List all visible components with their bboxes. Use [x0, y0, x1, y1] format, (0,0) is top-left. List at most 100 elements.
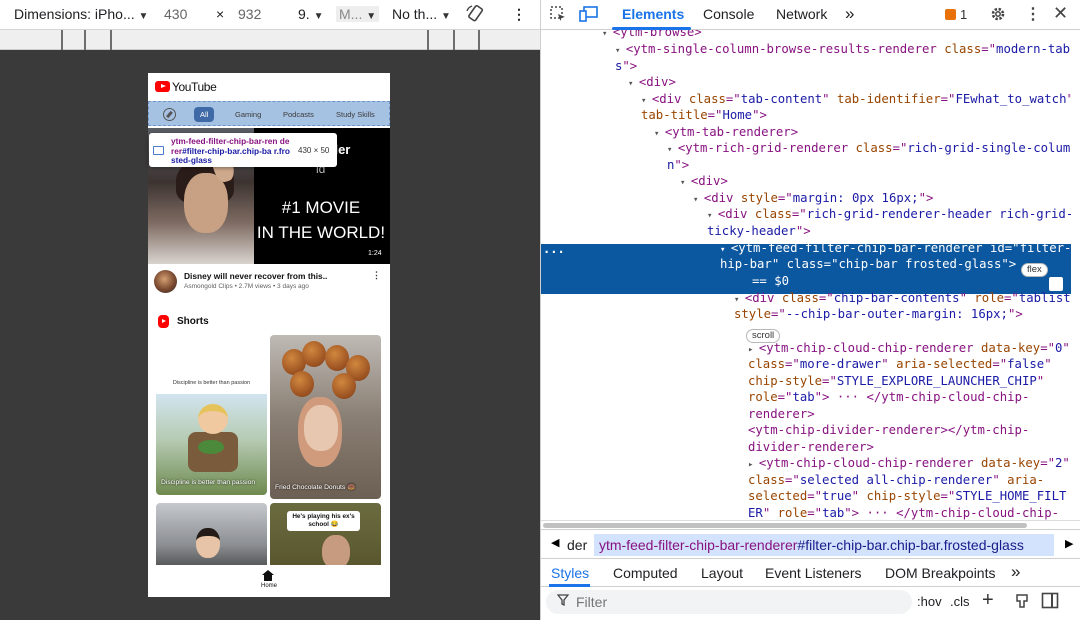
- dom-node-line[interactable]: ▾ <div style="margin: 0px 16px;">: [693, 190, 933, 207]
- dom-node-line[interactable]: ▸ <ytm-chip-cloud-chip-renderer data-key…: [748, 455, 1070, 472]
- short-card[interactable]: He's playing his ex's school 😂: [270, 503, 381, 573]
- tab-layout[interactable]: Layout: [701, 565, 743, 581]
- dom-node-line[interactable]: ▾ <ytm-tab-renderer>: [654, 124, 798, 141]
- tab-elements[interactable]: Elements: [622, 6, 684, 22]
- dom-node-line[interactable]: chip-style="STYLE_EXPLORE_LAUNCHER_CHIP": [748, 373, 1044, 390]
- youtube-logo-icon[interactable]: [155, 81, 170, 92]
- dimensions-dropdown[interactable]: Dimensions: iPho... ▼: [14, 6, 148, 22]
- expand-toggle-icon[interactable]: ▾: [707, 211, 718, 221]
- chip-gaming[interactable]: Gaming: [229, 107, 267, 122]
- dom-node-line[interactable]: ▾ <div class="tab-content" tab-identifie…: [641, 91, 1071, 108]
- dom-node-line[interactable]: == $0: [752, 273, 789, 290]
- dom-node-line[interactable]: ▸ <ytm-chip-cloud-chip-renderer data-key…: [748, 340, 1070, 357]
- device-toggle-icon[interactable]: [579, 5, 599, 28]
- chip-podcasts[interactable]: Podcasts: [277, 107, 320, 122]
- dom-node-line[interactable]: class="more-drawer" aria-selected="false…: [748, 356, 1052, 373]
- zoom-dropdown[interactable]: 9. ▼: [298, 6, 323, 22]
- short-card[interactable]: Discipline is better than passion Discip…: [156, 335, 267, 495]
- toggle-sidebar-icon[interactable]: [1041, 592, 1059, 614]
- more-options-icon[interactable]: ⋮: [1025, 4, 1041, 24]
- breadcrumb-right-icon[interactable]: ▶: [1065, 537, 1073, 550]
- rendering-emulation-icon[interactable]: [1015, 593, 1029, 614]
- settings-gear-icon[interactable]: [989, 5, 1007, 28]
- more-options-icon[interactable]: ⋮: [512, 6, 526, 23]
- dom-node-line[interactable]: class="selected all-chip-renderer" aria-: [748, 472, 1044, 489]
- rotate-icon[interactable]: [465, 4, 485, 27]
- dom-node-line[interactable]: <ytm-chip-divider-renderer></ytm-chip-: [748, 422, 1029, 439]
- breadcrumb-left-icon[interactable]: ◀: [551, 536, 559, 549]
- issues-counter[interactable]: 1: [945, 7, 967, 22]
- dom-node-line[interactable]: s">: [615, 58, 637, 75]
- dom-node-line[interactable]: ▾ <div>: [680, 173, 728, 190]
- youtube-logo-text[interactable]: YouTube: [172, 80, 217, 94]
- expand-toggle-icon[interactable]: ▾: [654, 129, 665, 139]
- tab-console[interactable]: Console: [703, 6, 754, 22]
- tab-styles[interactable]: Styles: [551, 565, 589, 581]
- dom-node-line[interactable]: selected="true" chip-style="STYLE_HOME_F…: [748, 488, 1066, 505]
- expand-toggle-icon[interactable]: ▾: [667, 145, 678, 155]
- dom-node-line[interactable]: ▾ <div class="chip-bar-contents" role="t…: [734, 290, 1071, 307]
- expand-toggle-icon[interactable]: ▾: [641, 96, 652, 106]
- channel-avatar[interactable]: [154, 270, 177, 293]
- expand-toggle-icon[interactable]: ▾: [680, 178, 691, 188]
- dom-node-line[interactable]: ▾ <ytm-browse>: [602, 30, 702, 41]
- short-card[interactable]: Fried Chocolate Donuts 🍩: [270, 335, 381, 499]
- expand-toggle-icon[interactable]: ▾: [615, 46, 626, 56]
- dom-node-line[interactable]: ER" role="tab"> ··· </ytm-chip-cloud-chi…: [748, 505, 1059, 520]
- expand-toggle-icon[interactable]: ▾: [628, 79, 639, 89]
- expand-toggle-icon[interactable]: ▾: [734, 295, 745, 305]
- close-icon[interactable]: ✕: [1053, 3, 1068, 24]
- expand-toggle-icon[interactable]: ▾: [602, 30, 613, 39]
- chip-study-skills[interactable]: Study Skills: [330, 107, 381, 122]
- tab-network[interactable]: Network: [776, 6, 827, 22]
- expand-toggle-icon[interactable]: ▾: [693, 195, 704, 205]
- tab-event-listeners[interactable]: Event Listeners: [765, 565, 862, 581]
- dom-node-line[interactable]: tab-title="Home">: [641, 107, 767, 124]
- dom-node-line[interactable]: ▾ <ytm-single-column-browse-results-rend…: [615, 41, 1070, 58]
- expand-toggle-icon[interactable]: ▸: [748, 460, 759, 470]
- dom-node-line[interactable]: style="--chip-bar-outer-margin: 16px;">: [734, 306, 1023, 323]
- dom-tree[interactable]: ▾ <ytm-browse> ▾ <ytm-single-column-brows…: [541, 30, 1071, 520]
- tab-computed[interactable]: Computed: [613, 565, 678, 581]
- video-title[interactable]: Disney will never recover from this..: [184, 271, 327, 281]
- dom-node-line[interactable]: hip-bar" class="chip-bar frosted-glass">: [720, 256, 1016, 273]
- inspect-element-icon[interactable]: [549, 5, 567, 28]
- new-style-rule-icon[interactable]: +: [982, 589, 994, 612]
- more-subtabs-icon[interactable]: »: [1011, 562, 1020, 582]
- chip-all[interactable]: All: [194, 107, 215, 122]
- dom-horizontal-scrollbar[interactable]: [541, 520, 1080, 529]
- compass-icon[interactable]: [163, 108, 176, 121]
- dom-node-line[interactable]: n">: [667, 157, 689, 174]
- dom-node-line[interactable]: renderer>: [748, 406, 815, 423]
- dom-node-line[interactable]: ▾ <ytm-rich-grid-renderer class="rich-gr…: [667, 140, 1070, 157]
- height-input[interactable]: 932: [238, 6, 261, 22]
- reveal-node-icon[interactable]: [1049, 277, 1063, 291]
- filter-input[interactable]: [576, 592, 906, 612]
- home-icon[interactable]: [262, 570, 274, 581]
- tab-dom-breakpoints[interactable]: DOM Breakpoints: [885, 565, 995, 581]
- cls-toggle[interactable]: .cls: [950, 594, 970, 609]
- expand-toggle-icon[interactable]: ▸: [748, 345, 759, 355]
- scroll-badge[interactable]: scroll: [746, 329, 781, 343]
- dom-node-line[interactable]: ▾ <ytm-feed-filter-chip-bar-renderer id=…: [720, 240, 1071, 257]
- video-more-icon[interactable]: ⋮: [372, 271, 381, 280]
- width-input[interactable]: 430: [164, 6, 187, 22]
- styles-filter[interactable]: [546, 590, 912, 614]
- node-actions-ellipsis[interactable]: ···: [543, 244, 565, 261]
- dom-node-line[interactable]: ▾ <div>: [628, 74, 676, 91]
- breadcrumb-prev-item[interactable]: der: [567, 537, 587, 553]
- dom-node-line[interactable]: ticky-header">: [707, 223, 811, 240]
- more-tabs-icon[interactable]: »: [845, 4, 854, 24]
- short-card[interactable]: [156, 503, 267, 573]
- dom-node-line[interactable]: ▾ <div class="rich-grid-renderer-header …: [707, 206, 1071, 223]
- flex-badge[interactable]: flex: [1021, 263, 1048, 277]
- nav-home-label[interactable]: Home: [148, 583, 390, 589]
- hov-toggle[interactable]: :hov: [917, 594, 942, 609]
- dom-node-line[interactable]: role="tab"> ··· </ytm-chip-cloud-chip-: [748, 389, 1029, 406]
- mode-dropdown[interactable]: M... ▼: [336, 6, 380, 22]
- expand-toggle-icon[interactable]: ▾: [720, 245, 731, 255]
- dom-node-line[interactable]: divider-renderer>: [748, 439, 874, 456]
- breadcrumb-current-item[interactable]: ytm-feed-filter-chip-bar-renderer#filter…: [594, 534, 1054, 556]
- media-query-ruler[interactable]: [0, 30, 540, 50]
- throttling-dropdown[interactable]: No th... ▼: [392, 6, 451, 22]
